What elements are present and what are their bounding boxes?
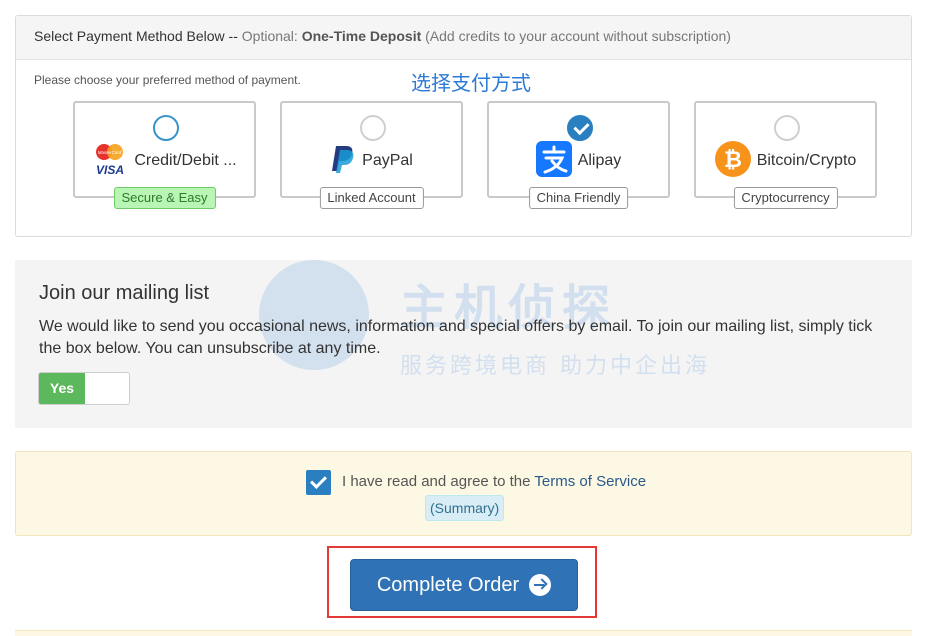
payment-option-credit-card[interactable]: MasterCard VISA Credit/Debit ... Secure …	[73, 101, 256, 209]
terms-of-service-link[interactable]: Terms of Service	[534, 473, 646, 490]
payment-option-bitcoin[interactable]: ₿ Bitcoin/Crypto Cryptocurrency	[694, 101, 877, 209]
complete-order-button[interactable]: Complete Order	[350, 559, 578, 611]
option-row: PayPal	[282, 143, 461, 179]
option-label-paypal: PayPal	[362, 152, 413, 169]
heading-main: Select Payment Method Below --	[34, 28, 238, 44]
mailing-list-section: 主机侦探 服务跨境电商 助力中企出海 Join our mailing list…	[15, 260, 912, 428]
heading-one-time-deposit: One-Time Deposit	[301, 28, 422, 44]
radio-bitcoin[interactable]	[774, 115, 800, 141]
alipay-icon	[535, 140, 572, 182]
terms-agree-text: I have read and agree to the Terms of Se…	[342, 473, 646, 490]
mastercard-logo-text: MasterCard	[98, 150, 122, 155]
mailing-description: We would like to send you occasional new…	[39, 318, 873, 357]
heading-optional: Optional:	[241, 28, 298, 44]
payment-method-panel: Select Payment Method Below -- Optional:…	[15, 15, 912, 237]
option-label-credit-card: Credit/Debit ...	[134, 152, 237, 169]
option-row: Alipay	[489, 140, 668, 182]
payment-option-alipay[interactable]: Alipay China Friendly	[487, 101, 670, 209]
choose-payment-note: Please choose your preferred method of p…	[34, 73, 301, 87]
heading-paren: (Add credits to your account without sub…	[425, 28, 731, 44]
badge-cryptocurrency: Cryptocurrency	[733, 187, 838, 209]
option-row: ₿ Bitcoin/Crypto	[696, 140, 875, 182]
mailing-title: Join our mailing list	[39, 282, 210, 304]
bottom-strip	[15, 630, 912, 636]
complete-order-label: Complete Order	[376, 573, 520, 596]
agree-label: I have read and agree to the	[342, 473, 531, 490]
credit-card-icon: MasterCard VISA	[92, 141, 128, 182]
option-row: MasterCard VISA Credit/Debit ...	[75, 143, 254, 179]
mailing-toggle[interactable]: Yes	[38, 372, 130, 405]
radio-credit-card[interactable]	[153, 115, 179, 141]
paypal-icon	[330, 144, 356, 179]
svg-text:₿: ₿	[724, 148, 742, 173]
terms-section: I have read and agree to the Terms of Se…	[15, 451, 912, 536]
arrow-right-circle-icon	[529, 574, 552, 596]
option-label-bitcoin: Bitcoin/Crypto	[756, 152, 857, 169]
terms-checkbox[interactable]	[306, 470, 331, 495]
toggle-yes-label: Yes	[39, 373, 85, 404]
visa-logo-text: VISA	[96, 163, 124, 177]
badge-china-friendly: China Friendly	[528, 187, 629, 209]
payment-panel-heading: Select Payment Method Below -- Optional:…	[16, 16, 911, 60]
bitcoin-icon: ₿	[714, 140, 751, 182]
badge-linked-account: Linked Account	[319, 187, 424, 209]
badge-secure-easy: Secure & Easy	[113, 187, 216, 209]
radio-alipay-checked[interactable]	[567, 115, 593, 141]
radio-paypal[interactable]	[360, 115, 386, 141]
option-label-alipay: Alipay	[577, 152, 622, 169]
chinese-annotation: 选择支付方式	[411, 71, 531, 95]
terms-summary-link[interactable]: (Summary)	[425, 495, 505, 521]
payment-option-paypal[interactable]: PayPal Linked Account	[280, 101, 463, 209]
